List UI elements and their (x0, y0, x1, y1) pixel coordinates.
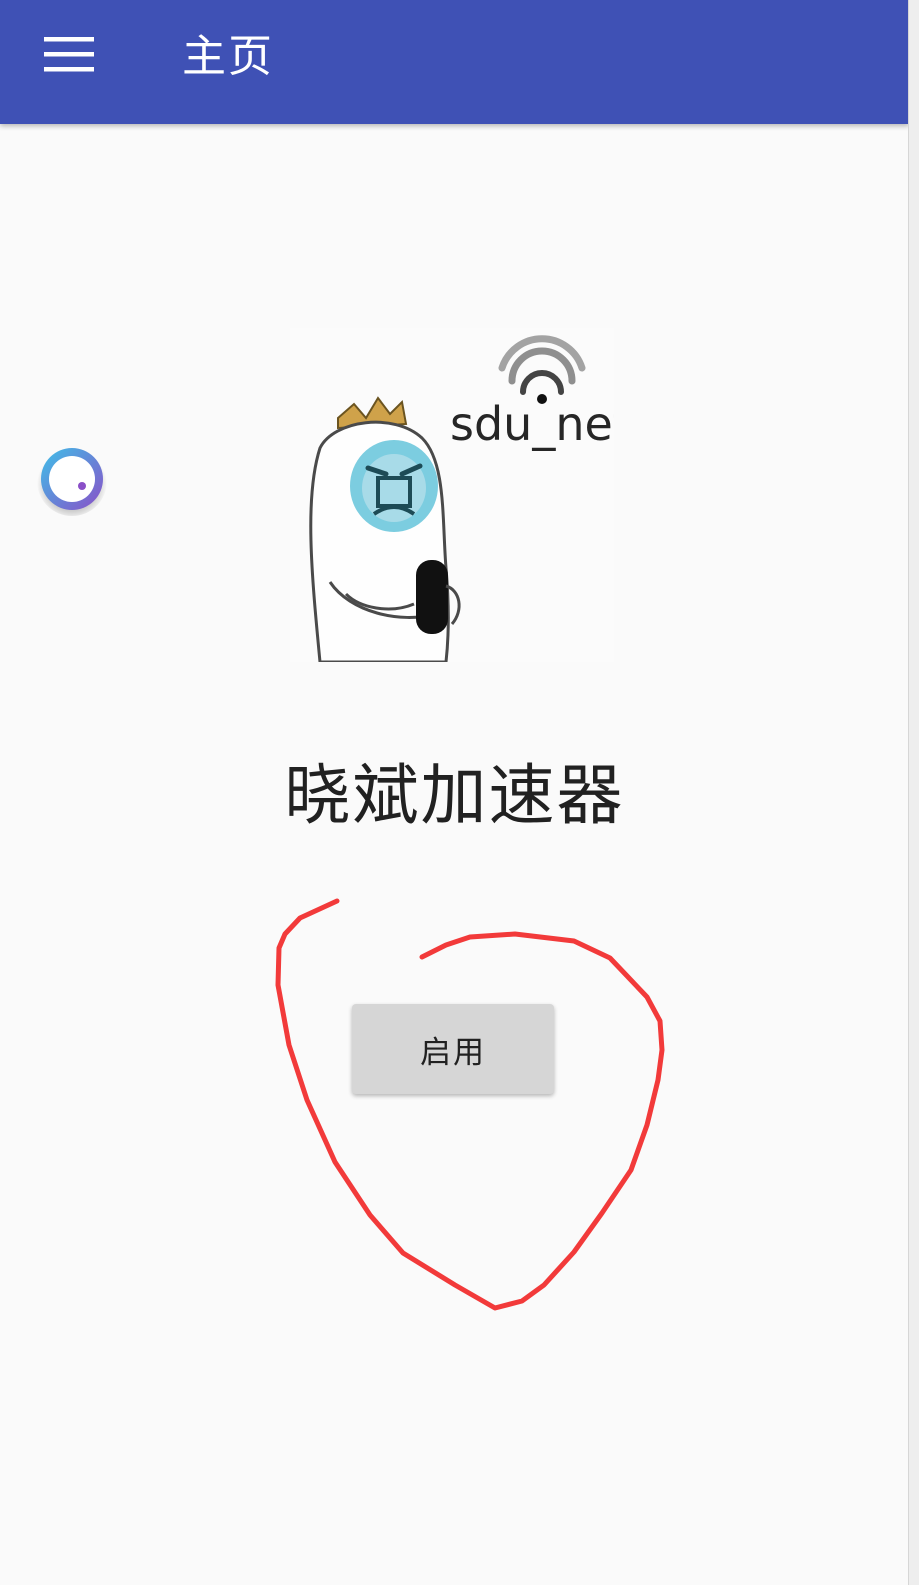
app-screen: 主页 sdu_net 晓斌加速器 启用 (0, 0, 919, 1585)
page-title: 主页 (182, 31, 274, 82)
floating-ball-icon (37, 446, 107, 516)
enable-button[interactable]: 启用 (352, 1004, 554, 1094)
logo-text: sdu_net (450, 397, 614, 451)
floating-assistant-ball[interactable] (36, 444, 108, 516)
right-edge-strip (908, 0, 919, 1585)
app-bar: 主页 (0, 0, 909, 124)
app-name-title: 晓斌加速器 (284, 757, 625, 834)
hamburger-menu-icon (44, 37, 94, 72)
menu-button[interactable] (28, 24, 112, 88)
app-logo-image: sdu_net (290, 328, 631, 664)
mascot-wifi-logo-image: sdu_net (290, 328, 631, 664)
